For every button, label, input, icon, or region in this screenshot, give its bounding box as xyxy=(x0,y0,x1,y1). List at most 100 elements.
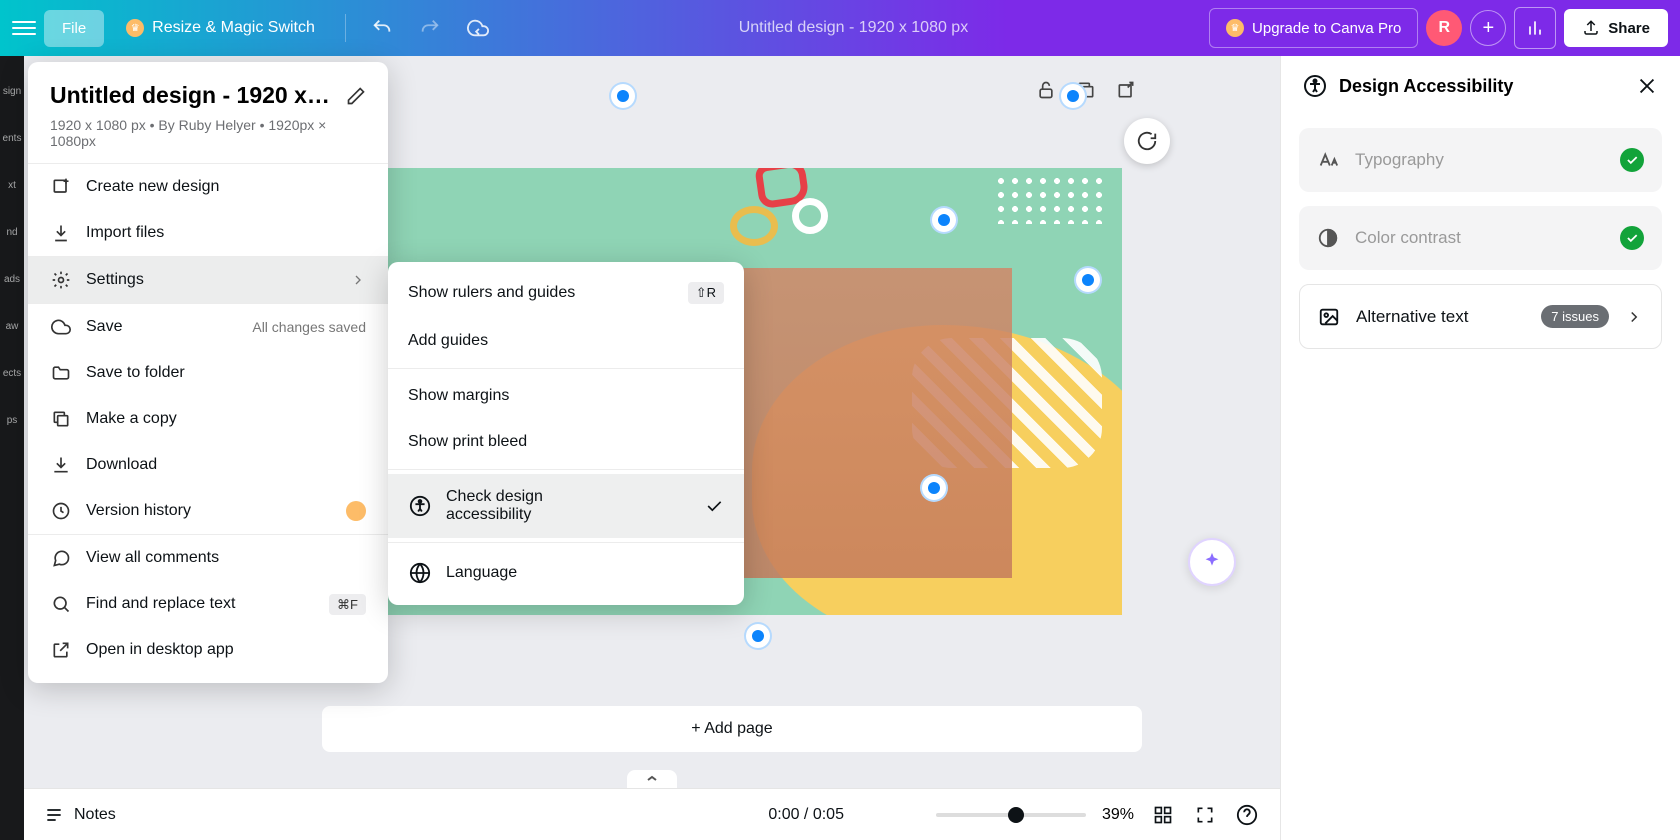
download-label: Download xyxy=(86,456,157,474)
check-icon xyxy=(1620,226,1644,250)
file-menu-title[interactable]: Untitled design - 1920 x 108... xyxy=(50,82,336,109)
edit-title-icon[interactable] xyxy=(346,86,366,106)
typography-icon xyxy=(1317,149,1339,171)
find-replace-item[interactable]: Find and replace text ⌘F xyxy=(28,581,388,627)
topbar: File ♛ Resize & Magic Switch Untitled de… xyxy=(0,0,1680,56)
notes-icon xyxy=(44,805,64,825)
language-label: Language xyxy=(446,564,517,582)
file-menu: Untitled design - 1920 x 108... 1920 x 1… xyxy=(28,62,388,683)
create-new-design-item[interactable]: Create new design xyxy=(28,164,388,210)
panel-title: Design Accessibility xyxy=(1339,76,1624,97)
sidebar-item-uploads[interactable]: ads xyxy=(4,274,20,285)
add-collaborator-button[interactable]: + xyxy=(1470,10,1506,46)
panel-header: Design Accessibility xyxy=(1281,56,1680,116)
undo-button[interactable] xyxy=(362,8,402,48)
grid-view-button[interactable] xyxy=(1150,802,1176,828)
download-icon xyxy=(50,454,72,476)
rulers-label: Show rulers and guides xyxy=(408,284,575,302)
download-item[interactable]: Download xyxy=(28,442,388,488)
check-icon xyxy=(704,496,724,516)
notes-button[interactable]: Notes xyxy=(44,805,116,825)
upgrade-button[interactable]: ♛ Upgrade to Canva Pro xyxy=(1209,8,1418,48)
open-desktop-item[interactable]: Open in desktop app xyxy=(28,627,388,673)
avatar[interactable]: R xyxy=(1426,10,1462,46)
add-page-icon[interactable] xyxy=(1112,76,1140,104)
collapse-timeline-button[interactable] xyxy=(627,770,677,788)
search-icon xyxy=(50,593,72,615)
selection-handle[interactable] xyxy=(1059,82,1087,110)
import-label: Import files xyxy=(86,224,164,242)
show-rulers-item[interactable]: Show rulers and guides ⇧R xyxy=(388,268,744,318)
analytics-button[interactable] xyxy=(1514,7,1556,49)
check-accessibility-item[interactable]: Check design accessibility xyxy=(388,474,744,538)
chevron-right-icon xyxy=(1625,308,1643,326)
sidebar-item-draw[interactable]: aw xyxy=(6,321,19,332)
file-button[interactable]: File xyxy=(44,10,104,47)
ai-assist-button[interactable] xyxy=(1124,118,1170,164)
fullscreen-button[interactable] xyxy=(1192,802,1218,828)
image-icon xyxy=(1318,306,1340,328)
show-print-bleed-item[interactable]: Show print bleed xyxy=(388,419,744,465)
settings-submenu: Show rulers and guides ⇧R Add guides Sho… xyxy=(388,262,744,605)
language-item[interactable]: Language xyxy=(388,547,744,599)
history-label: Version history xyxy=(86,502,191,520)
make-copy-item[interactable]: Make a copy xyxy=(28,396,388,442)
sidebar-item-elements[interactable]: ents xyxy=(3,133,22,144)
redo-button[interactable] xyxy=(410,8,450,48)
photo-placeholder xyxy=(732,268,1012,578)
document-title[interactable]: Untitled design - 1920 x 1080 px xyxy=(739,19,968,37)
accessibility-icon xyxy=(1303,74,1327,98)
contrast-icon xyxy=(1317,227,1339,249)
share-label: Share xyxy=(1608,20,1650,37)
version-history-item[interactable]: Version history xyxy=(28,488,388,534)
settings-item[interactable]: Settings xyxy=(28,257,388,303)
comments-label: View all comments xyxy=(86,549,219,567)
main-menu-button[interactable] xyxy=(12,16,36,40)
help-button[interactable] xyxy=(1234,802,1260,828)
selection-handle[interactable] xyxy=(609,82,637,110)
view-comments-item[interactable]: View all comments xyxy=(28,535,388,581)
zoom-percentage[interactable]: 39% xyxy=(1102,806,1134,824)
selection-handle[interactable] xyxy=(930,206,958,234)
close-panel-button[interactable] xyxy=(1636,75,1658,97)
resize-magic-switch-button[interactable]: ♛ Resize & Magic Switch xyxy=(112,11,329,45)
save-label: Save xyxy=(86,318,122,336)
sidebar-item-text[interactable]: xt xyxy=(8,180,16,191)
lock-icon[interactable] xyxy=(1032,76,1060,104)
magic-button[interactable] xyxy=(1188,538,1236,586)
sidebar-item-apps[interactable]: ps xyxy=(7,415,18,426)
margins-label: Show margins xyxy=(408,387,509,405)
copy-icon xyxy=(50,408,72,430)
rulers-shortcut: ⇧R xyxy=(688,282,724,304)
settings-label: Settings xyxy=(86,271,144,289)
add-page-button[interactable]: + Add page xyxy=(322,706,1142,752)
show-margins-item[interactable]: Show margins xyxy=(388,373,744,419)
white-ring-decoration xyxy=(792,198,828,234)
selection-handle[interactable] xyxy=(1074,266,1102,294)
zoom-slider-thumb[interactable] xyxy=(1008,807,1024,823)
color-contrast-check-item[interactable]: Color contrast xyxy=(1299,206,1662,270)
save-folder-label: Save to folder xyxy=(86,364,185,382)
external-link-icon xyxy=(50,639,72,661)
typography-check-item[interactable]: Typography xyxy=(1299,128,1662,192)
sidebar-item-design[interactable]: sign xyxy=(3,86,21,97)
bottom-bar: Notes 0:00 / 0:05 39% xyxy=(24,788,1280,840)
sidebar-item-projects[interactable]: ects xyxy=(3,368,21,379)
selection-handle[interactable] xyxy=(744,622,772,650)
cloud-sync-icon[interactable] xyxy=(458,8,498,48)
import-files-item[interactable]: Import files xyxy=(28,210,388,256)
create-new-label: Create new design xyxy=(86,178,219,196)
save-item[interactable]: Save All changes saved xyxy=(28,304,388,350)
accessibility-panel: Design Accessibility Typography Color co… xyxy=(1280,56,1680,840)
save-to-folder-item[interactable]: Save to folder xyxy=(28,350,388,396)
history-icon xyxy=(50,500,72,522)
selection-handle[interactable] xyxy=(920,474,948,502)
alt-text-check-item[interactable]: Alternative text 7 issues xyxy=(1299,284,1662,349)
share-button[interactable]: Share xyxy=(1564,9,1668,47)
zoom-slider[interactable] xyxy=(936,813,1086,817)
save-status: All changes saved xyxy=(252,319,366,335)
sidebar-item-brand[interactable]: nd xyxy=(6,227,17,238)
new-design-icon xyxy=(50,176,72,198)
add-guides-item[interactable]: Add guides xyxy=(388,318,744,364)
resize-label: Resize & Magic Switch xyxy=(152,19,315,37)
